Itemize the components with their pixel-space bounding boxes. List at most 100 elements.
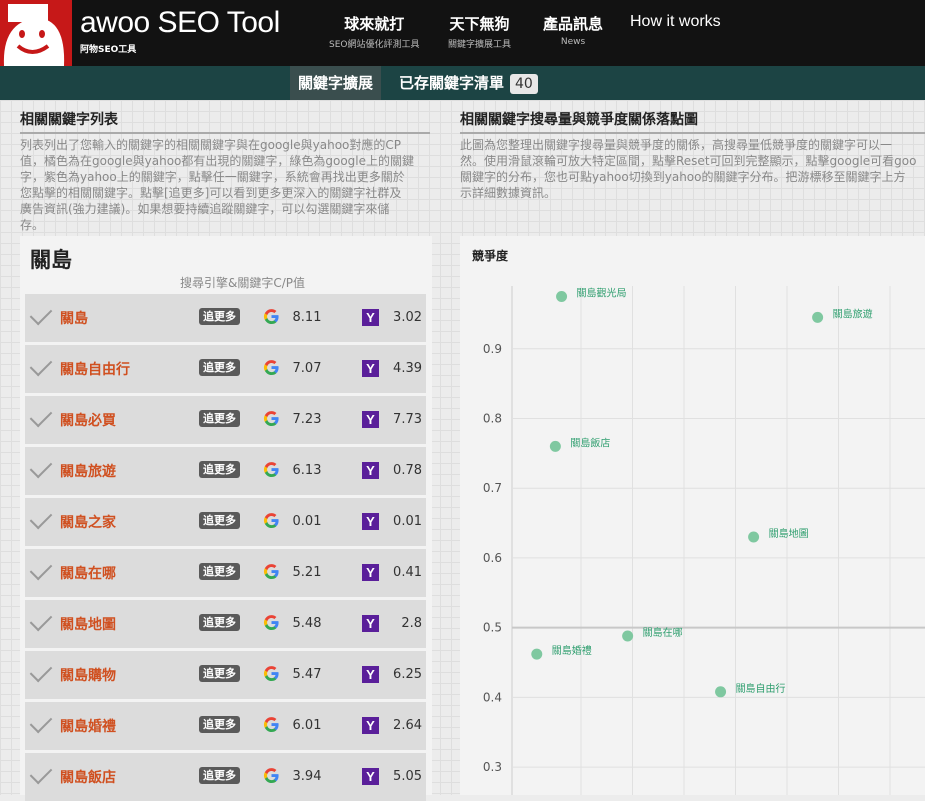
checkmark-icon[interactable] <box>29 761 53 785</box>
keyword-row[interactable]: 關島婚禮 追更多 6.01 Y 2.64 <box>25 702 426 750</box>
keyword-row[interactable]: 關島在哪 追更多 5.21 Y 0.41 <box>25 549 426 597</box>
google-cp-value: 5.21 <box>292 565 322 580</box>
description-line: 值，橘色為在google與yahoo都有出現的關鍵字，綠色為google上的關鍵 <box>20 154 415 168</box>
more-button[interactable]: 追更多 <box>199 563 240 580</box>
yahoo-cp-value: 2.64 <box>393 718 422 733</box>
more-button[interactable]: 追更多 <box>199 614 240 631</box>
nav-item-label: How it works <box>630 13 721 30</box>
more-button[interactable]: 追更多 <box>199 359 240 376</box>
more-button[interactable]: 追更多 <box>199 461 240 478</box>
nav-item-seo-audit[interactable]: 球來就打 SEO網站優化評測工具 <box>329 13 419 50</box>
checkmark-icon[interactable] <box>29 608 53 632</box>
google-cp-value: 7.07 <box>292 361 322 376</box>
keyword-link[interactable]: 關島旅遊 <box>60 461 116 481</box>
scatter-point-label[interactable]: 關島婚禮 <box>552 644 592 657</box>
checkmark-icon[interactable] <box>29 710 53 734</box>
scatter-point[interactable] <box>556 290 568 302</box>
scatter-point-label[interactable]: 關島觀光局 <box>577 286 627 299</box>
keyword-row[interactable]: 關島必買 追更多 7.23 Y 7.73 <box>25 396 426 444</box>
keyword-link[interactable]: 關島婚禮 <box>60 716 116 736</box>
keyword-link[interactable]: 關島必買 <box>60 410 116 430</box>
yahoo-icon[interactable]: Y <box>362 666 379 683</box>
keyword-link[interactable]: 關島之家 <box>60 512 116 532</box>
google-icon[interactable] <box>263 359 280 376</box>
keyword-row[interactable]: 關島自由行 追更多 7.07 Y 4.39 <box>25 345 426 393</box>
checkmark-icon[interactable] <box>29 659 53 683</box>
yahoo-icon[interactable]: Y <box>362 360 379 377</box>
keyword-link[interactable]: 關島飯店 <box>60 767 116 787</box>
yahoo-icon[interactable]: Y <box>362 411 379 428</box>
yahoo-icon[interactable]: Y <box>362 768 379 785</box>
google-cp-value: 0.01 <box>292 514 322 529</box>
keyword-link[interactable]: 關島在哪 <box>60 563 116 583</box>
description-line: 示詳細數據資訊。 <box>460 186 557 200</box>
y-axis-label: 競爭度 <box>472 248 509 263</box>
google-cp-value: 3.94 <box>292 769 322 784</box>
yahoo-icon[interactable]: Y <box>362 513 379 530</box>
tab-keyword-expand[interactable]: 關鍵字擴展 <box>290 66 382 100</box>
more-button[interactable]: 追更多 <box>199 308 240 325</box>
scatter-point-label[interactable]: 關島旅遊 <box>833 307 873 320</box>
google-icon[interactable] <box>263 563 280 580</box>
keyword-row[interactable]: 關島之家 追更多 0.01 Y 0.01 <box>25 498 426 546</box>
keyword-link[interactable]: 關島自由行 <box>60 359 130 379</box>
scatter-point[interactable] <box>812 311 824 323</box>
scatter-point-label[interactable]: 關島在哪 <box>643 626 683 639</box>
scatter-chart-panel[interactable]: 0.3 0.4 0.5 0.6 0.7 0.8 0.9 競爭度 關島觀光局 關島旅遊 關島飯店 關島地… <box>460 236 925 795</box>
keyword-row[interactable]: 關島旅遊 追更多 6.13 Y 0.78 <box>25 447 426 495</box>
yahoo-icon[interactable]: Y <box>362 717 379 734</box>
more-button[interactable]: 追更多 <box>199 767 240 784</box>
keyword-link[interactable]: 關島購物 <box>60 665 116 685</box>
scatter-point[interactable] <box>748 531 760 543</box>
more-button[interactable]: 追更多 <box>199 410 240 427</box>
keyword-link[interactable]: 關島 <box>60 308 88 328</box>
scatter-point[interactable] <box>549 440 561 452</box>
yahoo-icon[interactable]: Y <box>362 615 379 632</box>
google-icon[interactable] <box>263 665 280 682</box>
yahoo-cp-value: 6.25 <box>393 667 422 682</box>
nav-item-news[interactable]: 產品訊息 News <box>543 13 603 47</box>
y-tick-label: 0.6 <box>483 551 502 565</box>
checkmark-icon[interactable] <box>29 302 53 326</box>
scatter-point[interactable] <box>622 630 634 642</box>
scatter-chart[interactable]: 0.3 0.4 0.5 0.6 0.7 0.8 0.9 競爭度關島觀光局關島旅遊關島飯店關島地… <box>460 236 925 795</box>
checkmark-icon[interactable] <box>29 506 53 530</box>
awoo-logo-icon[interactable] <box>0 0 72 66</box>
checkmark-icon[interactable] <box>29 557 53 581</box>
scatter-point[interactable] <box>531 648 543 660</box>
yahoo-cp-value: 0.41 <box>393 565 422 580</box>
keyword-row[interactable]: 關島 追更多 8.11 Y 3.02 <box>25 294 426 342</box>
yahoo-icon[interactable]: Y <box>362 309 379 326</box>
checkmark-icon[interactable] <box>29 353 53 377</box>
top-navbar: awoo SEO Tool 阿物SEO工具 球來就打 SEO網站優化評測工具 天… <box>0 0 925 66</box>
keyword-row[interactable]: 關島地圖 追更多 5.48 Y 2.8 <box>25 600 426 648</box>
google-icon[interactable] <box>263 512 280 529</box>
more-button[interactable]: 追更多 <box>199 512 240 529</box>
yahoo-icon[interactable]: Y <box>362 564 379 581</box>
scatter-point-label[interactable]: 關島飯店 <box>570 436 610 449</box>
brand-name[interactable]: awoo SEO Tool <box>80 6 280 40</box>
google-icon[interactable] <box>263 767 280 784</box>
more-button[interactable]: 追更多 <box>199 665 240 682</box>
google-icon[interactable] <box>263 461 280 478</box>
google-icon[interactable] <box>263 308 280 325</box>
google-icon[interactable] <box>263 410 280 427</box>
tab-saved-keywords[interactable]: 已存關鍵字清單 40 <box>391 66 546 100</box>
scatter-point-label[interactable]: 關島地圖 <box>769 527 809 540</box>
nav-item-sublabel: 關鍵字擴展工具 <box>448 40 512 50</box>
checkmark-icon[interactable] <box>29 455 53 479</box>
scatter-point[interactable] <box>715 686 727 698</box>
scatter-point-label[interactable]: 關島自由行 <box>736 682 786 695</box>
keyword-link[interactable]: 關島地圖 <box>60 614 116 634</box>
description-line: 存。 <box>20 218 45 232</box>
more-button[interactable]: 追更多 <box>199 716 240 733</box>
keyword-row[interactable]: 關島飯店 追更多 3.94 Y 5.05 <box>25 753 426 801</box>
nav-item-keyword-expand[interactable]: 天下無狗 關鍵字擴展工具 <box>448 13 511 50</box>
nav-item-how-it-works[interactable]: How it works <box>630 13 721 31</box>
google-icon[interactable] <box>263 716 280 733</box>
description-line: 字，紫色為yahoo上的關鍵字，點擊任一關鍵字，系統會再找出更多關於 <box>20 170 405 184</box>
google-icon[interactable] <box>263 614 280 631</box>
checkmark-icon[interactable] <box>29 404 53 428</box>
yahoo-icon[interactable]: Y <box>362 462 379 479</box>
keyword-row[interactable]: 關島購物 追更多 5.47 Y 6.25 <box>25 651 426 699</box>
